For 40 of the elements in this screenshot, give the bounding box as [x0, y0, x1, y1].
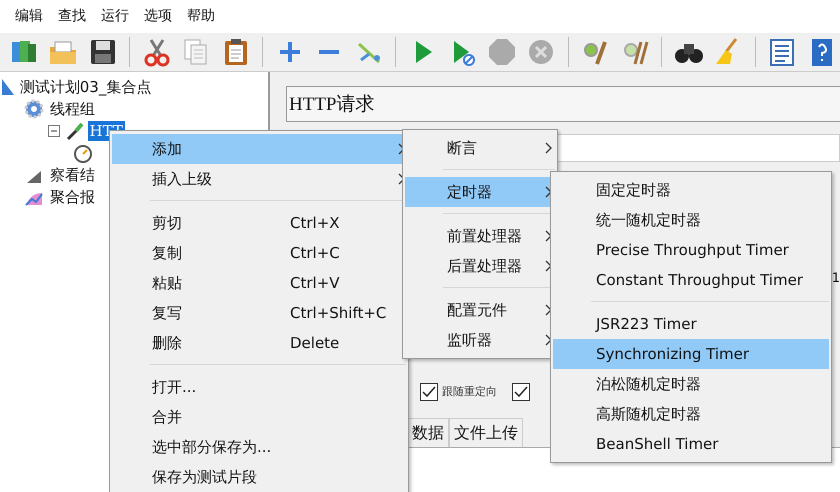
tree-item[interactable]: 线程组 [48, 98, 97, 119]
menu-item[interactable]: 复写 Ctrl+Shift+C [112, 298, 406, 328]
triangle-icon [2, 78, 14, 95]
menu-item[interactable]: 删除 Delete [112, 328, 406, 358]
menu-item[interactable]: 剪切 Ctrl+X [112, 208, 406, 238]
panel-text: 1 [832, 271, 840, 286]
checkbox[interactable] [512, 383, 530, 401]
menu-item[interactable]: 打开... [112, 372, 406, 402]
menu-item[interactable]: 选项 [144, 6, 172, 27]
menu-item[interactable]: 编辑 [15, 6, 43, 27]
tab[interactable]: 文件上传 [449, 418, 523, 447]
tab[interactable]: 数据 [407, 418, 449, 447]
collapse-icon[interactable] [48, 124, 60, 137]
tree-item[interactable]: 测试计划03_集合点 [18, 76, 154, 97]
menu-item[interactable]: Constant Throughput Timer [553, 265, 829, 295]
menu-item[interactable]: 合并 [112, 402, 406, 432]
checkbox[interactable] [420, 383, 438, 401]
menu-item[interactable]: Precise Throughput Timer [553, 235, 829, 265]
tree-item[interactable]: 聚合报 [48, 186, 97, 207]
menu-item[interactable]: 复制 Ctrl+C [112, 238, 406, 268]
checkbox-label: 跟随重定向 [442, 384, 497, 400]
tree-item[interactable]: 察看结 [48, 164, 97, 185]
menu-item[interactable]: JSR223 Timer [553, 309, 829, 339]
menu-item[interactable]: 运行 [101, 6, 129, 27]
menu-item[interactable]: BeanShell Timer [553, 429, 829, 459]
gear-icon [24, 98, 44, 119]
menu-item[interactable]: 固定定时器 [553, 175, 829, 205]
menu-item[interactable]: 粘贴 Ctrl+V [112, 268, 406, 298]
panel-title: HTTP请求 [286, 86, 840, 122]
menu-item[interactable]: 查找 [58, 6, 86, 27]
menu-item[interactable]: 帮助 [187, 6, 215, 27]
menu-item[interactable]: 高斯随机定时器 [553, 399, 829, 429]
menu-item[interactable]: 泊松随机定时器 [553, 369, 829, 399]
menu-item[interactable]: 断言 [405, 133, 555, 163]
menu-item[interactable]: 选中部分保存为... [112, 432, 406, 462]
stopwatch-icon [72, 142, 92, 163]
menu-item[interactable]: Synchronizing Timer [553, 339, 829, 369]
menu-item[interactable]: 插入上级 [112, 164, 406, 194]
menu-item[interactable]: 保存为测试片段 [112, 462, 406, 492]
menu-item[interactable]: 统一随机定时器 [553, 205, 829, 235]
